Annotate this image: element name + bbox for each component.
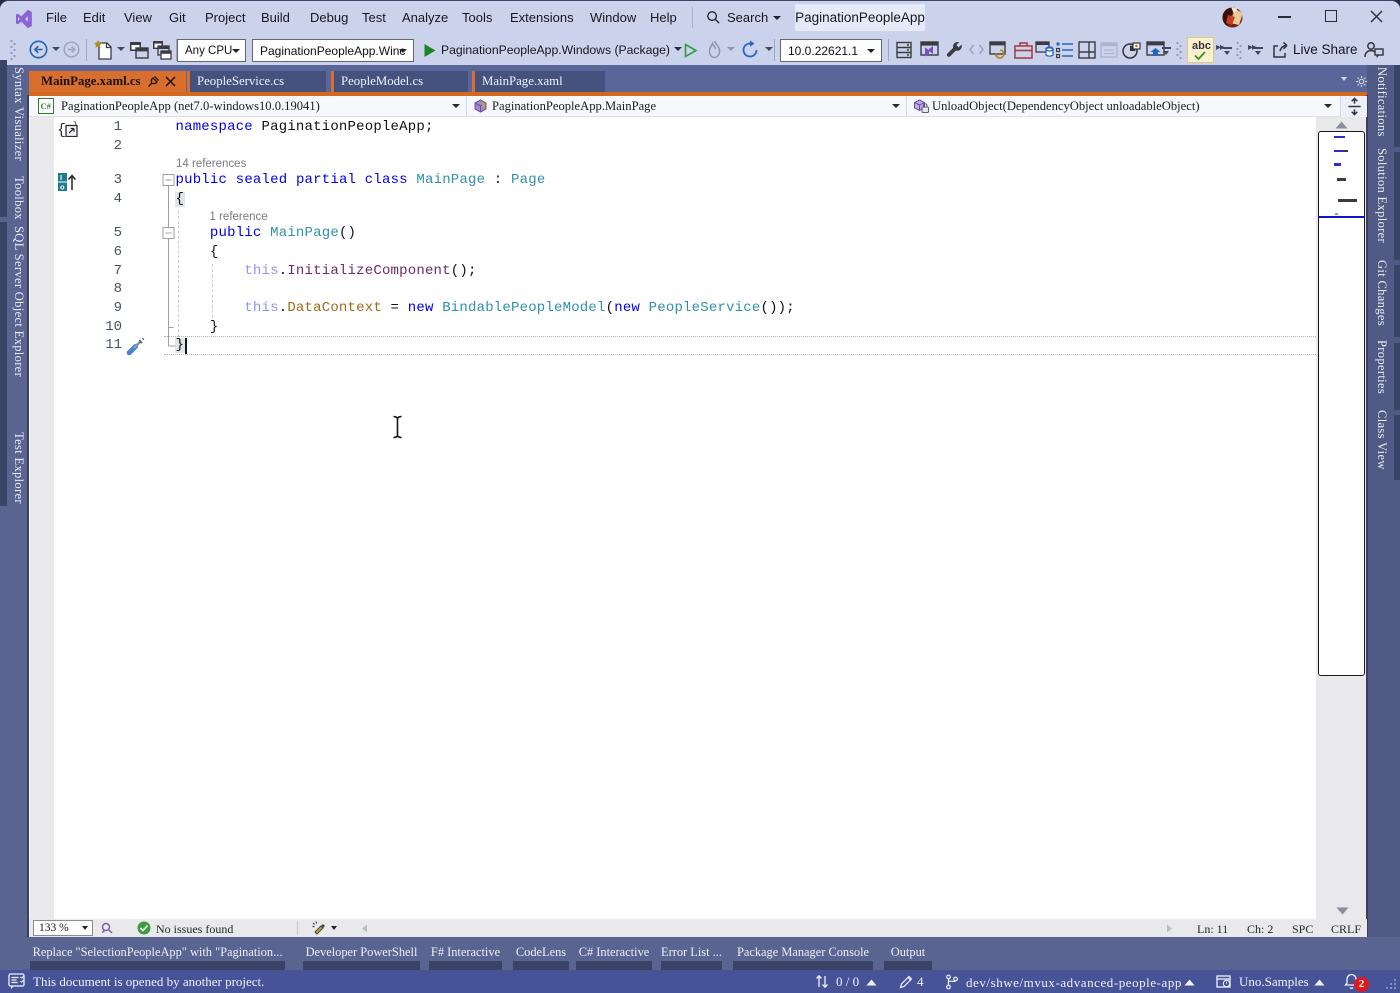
svg-text:{: { [57,122,66,137]
svg-text:I: I [60,173,62,182]
svg-text:o: o [60,182,65,191]
